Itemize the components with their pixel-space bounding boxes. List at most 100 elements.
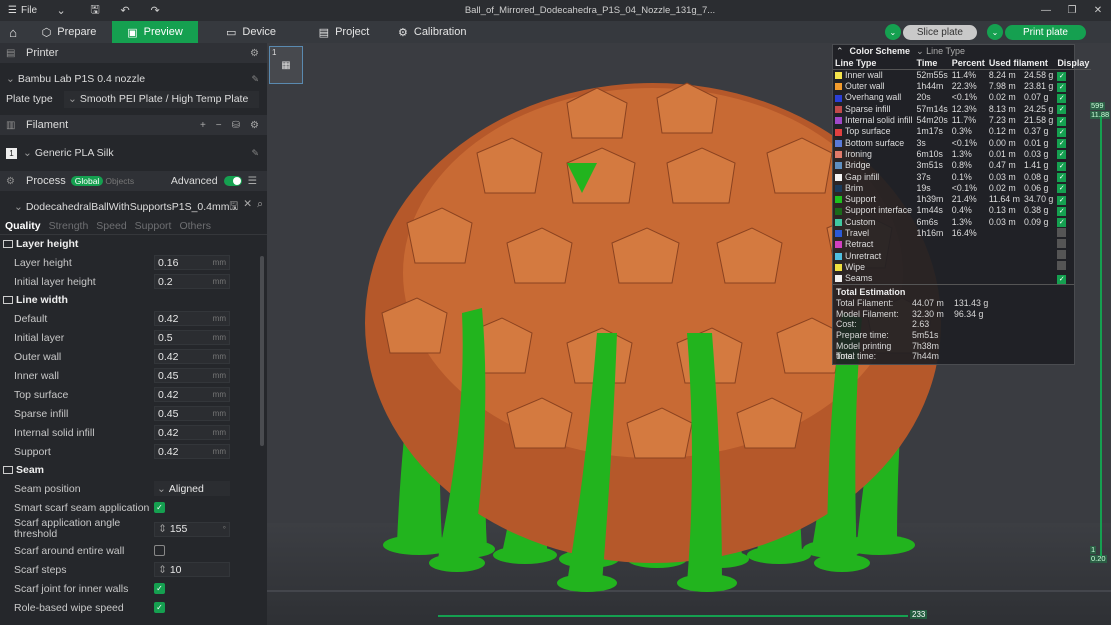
remove-icon[interactable]: − [216, 120, 222, 131]
display-checkbox[interactable] [1057, 227, 1067, 237]
stepper-icon[interactable]: ⇕ [158, 564, 167, 576]
move-slider[interactable]: 233 [438, 610, 928, 620]
global-toggle[interactable]: Global [70, 176, 104, 186]
tab-calibration[interactable]: ⚙ Calibration [384, 21, 480, 43]
filament-icon: ▥ [6, 119, 16, 131]
display-checkbox[interactable]: ✓ [1057, 184, 1067, 194]
legend-row: Custom 6m6s 1.3% 0.03 m 0.09 g ✓ [833, 216, 1091, 228]
gear-icon[interactable]: ⚙ [250, 48, 259, 59]
display-checkbox[interactable] [1057, 238, 1067, 248]
edit-icon[interactable]: ✎ [251, 148, 259, 159]
edit-icon[interactable]: ✎ [251, 74, 259, 85]
tab-others[interactable]: Others [179, 220, 211, 232]
legend-row: Bottom surface 3s <0.1% 0.00 m 0.01 g ✓ [833, 137, 1091, 149]
smart-scarf-checkbox[interactable]: ✓ [154, 502, 165, 513]
support-width-input[interactable]: 0.42 mm [154, 444, 230, 459]
tab-preview[interactable]: ▣ Preview [112, 21, 198, 43]
display-checkbox[interactable]: ✓ [1057, 195, 1067, 205]
scarf-inner-walls-checkbox[interactable]: ✓ [154, 583, 165, 594]
tab-speed[interactable]: Speed [96, 220, 126, 232]
redo-icon[interactable]: ↷ [147, 4, 163, 17]
printer-select[interactable]: ⌄ Bambu Lab P1S 0.4 nozzle ✎ [0, 69, 267, 89]
display-checkbox[interactable] [1057, 250, 1067, 260]
gear-icon[interactable]: ⚙ [250, 120, 259, 131]
swatch [835, 184, 842, 192]
scarf-entire-wall-checkbox[interactable] [154, 545, 165, 556]
tab-prepare[interactable]: ⬡ Prepare [26, 21, 112, 43]
display-checkbox[interactable]: ✓ [1057, 139, 1067, 149]
process-profile-select[interactable]: ⌄ DodecahedralBallWithSupportsP1S_0.4mm.… [0, 197, 267, 217]
legend-row: Bridge 3m51s 0.8% 0.47 m 1.41 g ✓ [833, 160, 1091, 171]
close-icon[interactable]: ✕ [1085, 0, 1111, 21]
initial-layer-width-input[interactable]: 0.5 mm [154, 330, 230, 345]
tab-device[interactable]: ▭ Device [198, 21, 304, 43]
undo-icon[interactable]: ↶ [117, 4, 133, 17]
close-icon[interactable]: ✕ [243, 198, 252, 216]
default-width-input[interactable]: 0.42 mm [154, 311, 230, 326]
tab-quality[interactable]: Quality [5, 220, 41, 232]
slice-plate-button[interactable]: ⌄ Slice plate [884, 24, 977, 40]
stepper-icon[interactable]: ⇕ [158, 523, 167, 535]
display-checkbox[interactable]: ✓ [1057, 93, 1067, 103]
restore-icon[interactable]: ❐ [1059, 0, 1085, 21]
display-checkbox[interactable]: ✓ [1057, 82, 1067, 92]
param-scarf-entire-wall: Scarf around entire wall [0, 541, 267, 560]
scarf-steps-input[interactable]: ⇕ 10 [154, 562, 230, 577]
inner-wall-width-input[interactable]: 0.45 mm [154, 368, 230, 383]
list-icon[interactable]: ☰ [248, 175, 257, 187]
display-checkbox[interactable]: ✓ [1057, 150, 1067, 160]
top-surface-width-input[interactable]: 0.42 mm [154, 387, 230, 402]
tab-strength[interactable]: Strength [49, 220, 89, 232]
objects-toggle[interactable]: Objects [105, 176, 134, 186]
display-checkbox[interactable]: ✓ [1057, 127, 1067, 137]
sidebar-scrollbar[interactable] [260, 256, 264, 446]
seam-position-select[interactable]: ⌄ Aligned [154, 481, 230, 496]
save-icon[interactable]: 🖫 [229, 198, 238, 216]
print-plate-button[interactable]: ⌄ Print plate [986, 24, 1086, 40]
legend-row: Ironing 6m10s 1.3% 0.01 m 0.03 g ✓ [833, 148, 1091, 160]
chevron-down-icon[interactable]: ⌄ [53, 4, 69, 17]
tab-support[interactable]: Support [135, 220, 172, 232]
filament-item[interactable]: 1 ⌄ Generic PLA Silk ✎ [0, 143, 267, 163]
layer-height-input[interactable]: 0.16 mm [154, 255, 230, 270]
layer-slider[interactable]: 599 11.88 1 0.20 [1090, 102, 1111, 572]
initial-layer-height-input[interactable]: 0.2 mm [154, 274, 230, 289]
display-checkbox[interactable]: ✓ [1057, 274, 1067, 284]
layer-slider-track[interactable] [1100, 116, 1102, 556]
internal-solid-infill-width-input[interactable]: 0.42 mm [154, 425, 230, 440]
swatch [835, 72, 842, 80]
display-checkbox[interactable]: ✓ [1057, 71, 1067, 81]
color-scheme-select[interactable]: ⌄ Line Type [916, 46, 965, 57]
layer-top-value: 599 [1090, 101, 1105, 110]
display-checkbox[interactable] [1057, 261, 1067, 271]
add-icon[interactable]: + [200, 120, 206, 131]
advanced-toggle[interactable]: Advanced ☰ [171, 175, 257, 187]
param-default-width: Default 0.42 mm [0, 309, 267, 328]
move-slider-track[interactable] [438, 615, 908, 617]
display-checkbox[interactable]: ✓ [1057, 173, 1067, 183]
advanced-switch[interactable] [223, 176, 242, 186]
scarf-angle-input[interactable]: ⇕ 155 ° [154, 521, 230, 537]
tab-project[interactable]: ▤ Project [304, 21, 384, 43]
collapse-icon[interactable]: ⌃ [836, 46, 844, 57]
search-icon[interactable]: ⌕ [257, 198, 263, 216]
minimize-icon[interactable]: — [1033, 0, 1059, 21]
display-checkbox[interactable]: ✓ [1057, 105, 1067, 115]
save-icon[interactable]: 🖫 [87, 1, 103, 20]
outer-wall-width-input[interactable]: 0.42 mm [154, 349, 230, 364]
sparse-infill-width-input[interactable]: 0.45 mm [154, 406, 230, 421]
sync-icon[interactable]: ⛁ [232, 120, 240, 131]
display-checkbox[interactable]: ✓ [1057, 206, 1067, 216]
calibration-icon: ⚙ [398, 26, 408, 39]
home-icon[interactable]: ⌂ [0, 21, 26, 43]
file-menu[interactable]: ☰ File ⌄ 🖫 ↶ ↷ [0, 1, 163, 20]
chevron-down-icon[interactable]: ⌄ [986, 24, 1003, 40]
display-checkbox[interactable]: ✓ [1057, 218, 1067, 228]
plate-type-select[interactable]: ⌄ Smooth PEI Plate / High Temp Plate [64, 90, 259, 108]
plate-thumbnail[interactable]: 1 ▦ [269, 46, 303, 84]
display-checkbox[interactable]: ✓ [1057, 116, 1067, 126]
swatch [835, 94, 842, 102]
chevron-down-icon[interactable]: ⌄ [884, 24, 901, 40]
role-wipe-speed-checkbox[interactable]: ✓ [154, 602, 165, 613]
display-checkbox[interactable]: ✓ [1057, 161, 1067, 171]
